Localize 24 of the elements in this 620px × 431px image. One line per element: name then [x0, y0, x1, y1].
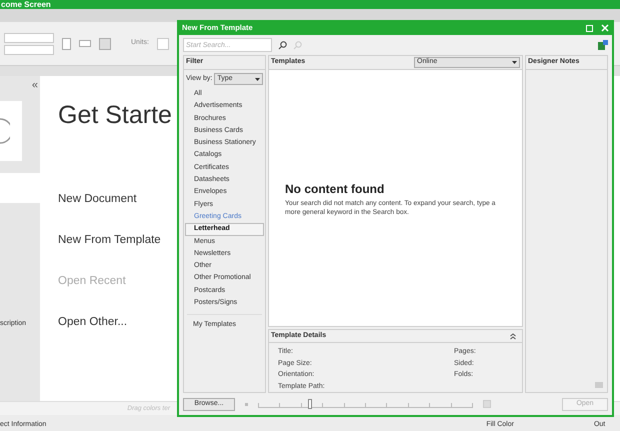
start-heading: Get Starte: [58, 103, 172, 128]
collapse-button[interactable]: «: [32, 80, 38, 91]
start-action-link[interactable]: New From Template: [58, 233, 161, 248]
units-field[interactable]: [156, 38, 169, 50]
window-title: come Screen: [1, 0, 51, 8]
input-field[interactable]: [4, 44, 54, 54]
search-icon[interactable]: [278, 40, 287, 50]
zoom-out-icon[interactable]: [245, 402, 248, 406]
layout-icon[interactable]: [62, 38, 71, 50]
start-action-link[interactable]: New Document: [58, 192, 161, 207]
zoom-slider[interactable]: [258, 400, 473, 408]
slider-thumb[interactable]: [308, 399, 312, 409]
close-icon[interactable]: [601, 24, 609, 32]
collapse-chevron-icon[interactable]: [510, 332, 516, 340]
layout-icon[interactable]: [79, 40, 91, 47]
maximize-icon[interactable]: [586, 24, 593, 32]
dropdown-caret-icon: [512, 61, 517, 64]
input-field[interactable]: [4, 32, 54, 42]
empty-title: No content found: [285, 180, 386, 198]
arrange-icon[interactable]: [99, 38, 111, 50]
zoom-in-icon[interactable]: [483, 400, 491, 408]
template-icon[interactable]: [597, 40, 608, 50]
start-action-link[interactable]: Open Other...: [58, 315, 161, 330]
print-icon: [595, 382, 603, 388]
